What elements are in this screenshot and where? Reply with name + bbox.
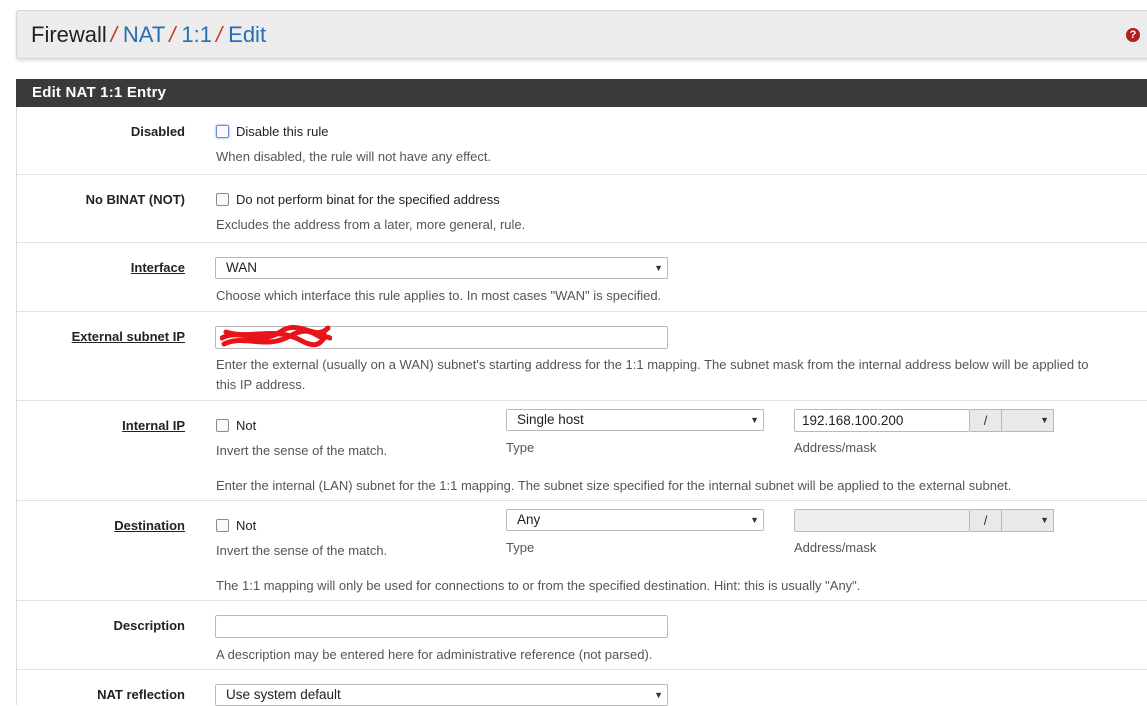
internal-invert-help: Invert the sense of the match. xyxy=(216,443,388,458)
form-row-disabled: Disabled Disable this rule When disabled… xyxy=(17,107,1147,175)
internal-ip-label[interactable]: Internal IP xyxy=(122,418,185,433)
chevron-down-icon: ▼ xyxy=(1040,515,1049,525)
redaction-scribble xyxy=(220,324,332,348)
internal-not-label[interactable]: Not xyxy=(236,418,256,433)
nobinat-checkbox-label[interactable]: Do not perform binat for the specified a… xyxy=(236,192,500,207)
description-label: Description xyxy=(113,618,185,633)
form-row-nobinat: No BINAT (NOT) Do not perform binat for … xyxy=(17,175,1147,243)
question-icon[interactable]: ? xyxy=(1126,28,1140,42)
form-row-interface: Interface WAN ▼ Choose which interface t… xyxy=(17,243,1147,312)
destination-not-checkbox[interactable] xyxy=(216,519,229,532)
chevron-down-icon: ▼ xyxy=(750,515,759,525)
interface-help: Choose which interface this rule applies… xyxy=(216,288,662,303)
nat-reflection-select[interactable]: Use system default ▼ xyxy=(215,684,668,706)
breadcrumb-nat[interactable]: NAT xyxy=(123,22,165,47)
internal-ip-help: Enter the internal (LAN) subnet for the … xyxy=(216,478,1012,493)
interface-label[interactable]: Interface xyxy=(131,260,185,275)
destination-help: The 1:1 mapping will only be used for co… xyxy=(216,578,861,593)
breadcrumb-separator: / xyxy=(110,22,117,47)
nobinat-help: Excludes the address from a later, more … xyxy=(216,217,526,232)
destination-address-input xyxy=(794,509,970,532)
form-row-destination: Destination Not Invert the sense of the … xyxy=(17,501,1147,601)
destination-not-label[interactable]: Not xyxy=(236,518,256,533)
chevron-down-icon: ▼ xyxy=(654,263,663,273)
nobinat-label: No BINAT (NOT) xyxy=(85,192,185,207)
breadcrumb-separator: / xyxy=(169,22,176,47)
nat-reflection-label: NAT reflection xyxy=(97,687,185,702)
description-input[interactable] xyxy=(215,615,668,638)
disabled-help: When disabled, the rule will not have an… xyxy=(216,149,492,164)
form-row-internal-ip: Internal IP Not Invert the sense of the … xyxy=(17,401,1147,501)
chevron-down-icon: ▼ xyxy=(654,690,663,700)
destination-type-value: Any xyxy=(517,512,541,527)
internal-mask-select[interactable]: ▼ xyxy=(1002,409,1054,432)
destination-address-label: Address/mask xyxy=(794,540,877,555)
form-row-external-ip: External subnet IP Enter the external (u… xyxy=(17,312,1147,401)
panel-title: Edit NAT 1:1 Entry xyxy=(16,79,1147,107)
nobinat-checkbox[interactable] xyxy=(216,193,229,206)
description-help: A description may be entered here for ad… xyxy=(216,647,653,662)
interface-select-value: WAN xyxy=(226,260,257,275)
breadcrumb-bar: Firewall / NAT/1:1/Edit xyxy=(16,10,1147,59)
breadcrumb: Firewall / NAT/1:1/Edit xyxy=(31,22,266,48)
destination-mask-select: ▼ xyxy=(1002,509,1054,532)
breadcrumb-separator: / xyxy=(216,22,223,47)
internal-type-select[interactable]: Single host ▼ xyxy=(506,409,764,431)
internal-not-checkbox[interactable] xyxy=(216,419,229,432)
disabled-checkbox-label[interactable]: Disable this rule xyxy=(236,124,329,139)
destination-slash: / xyxy=(970,509,1002,532)
internal-slash: / xyxy=(970,409,1002,432)
internal-type-value: Single host xyxy=(517,412,584,427)
destination-type-label: Type xyxy=(506,540,535,555)
chevron-down-icon: ▼ xyxy=(1040,415,1049,425)
chevron-down-icon: ▼ xyxy=(750,415,759,425)
breadcrumb-edit[interactable]: Edit xyxy=(228,22,266,47)
external-ip-label[interactable]: External subnet IP xyxy=(72,329,185,344)
breadcrumb-firewall[interactable]: Firewall xyxy=(31,22,107,47)
internal-address-input[interactable]: 192.168.100.200 xyxy=(794,409,970,432)
disabled-label: Disabled xyxy=(130,124,185,139)
interface-select[interactable]: WAN ▼ xyxy=(215,257,668,279)
external-ip-help-line2: this IP address. xyxy=(216,377,306,392)
destination-label[interactable]: Destination xyxy=(114,518,185,533)
nat-reflection-value: Use system default xyxy=(226,687,341,702)
form-row-description: Description A description may be entered… xyxy=(17,601,1147,670)
disabled-checkbox[interactable] xyxy=(216,125,229,138)
form-row-nat-reflection: NAT reflection Use system default ▼ xyxy=(17,670,1147,706)
external-ip-help-line1: Enter the external (usually on a WAN) su… xyxy=(216,357,1089,372)
internal-address-label: Address/mask xyxy=(794,440,877,455)
breadcrumb-one-to-one[interactable]: 1:1 xyxy=(181,22,212,47)
destination-invert-help: Invert the sense of the match. xyxy=(216,543,388,558)
destination-type-select[interactable]: Any ▼ xyxy=(506,509,764,531)
internal-type-label: Type xyxy=(506,440,535,455)
